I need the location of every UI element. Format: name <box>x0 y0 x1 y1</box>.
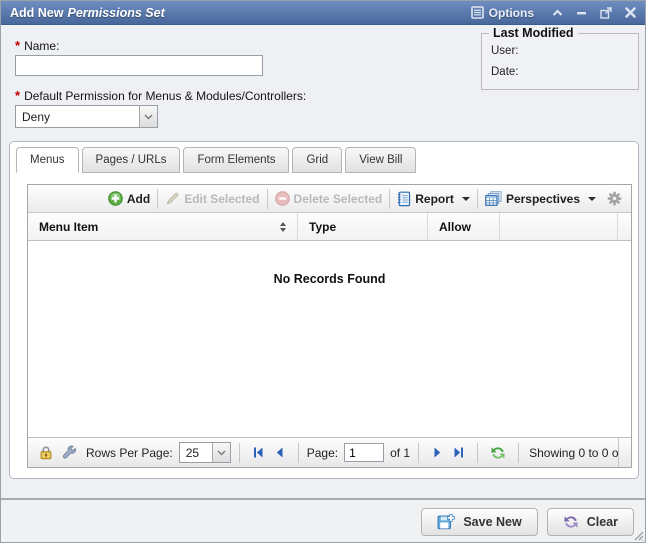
sort-icon[interactable] <box>280 222 286 232</box>
lock-icon[interactable] <box>35 445 57 460</box>
edit-selected-label: Edit Selected <box>184 192 259 206</box>
tab-strip: Menus Pages / URLs Form Elements Grid Vi… <box>16 147 416 173</box>
report-label: Report <box>415 192 454 206</box>
required-marker: * <box>15 88 20 103</box>
perspectives-button[interactable]: Perspectives <box>480 191 601 206</box>
perspectives-label: Perspectives <box>506 192 580 206</box>
pager-separator <box>239 443 240 463</box>
grid-toolbar: Add Edit Selected Delete Selected <box>28 185 631 213</box>
caret-down-icon <box>462 197 470 201</box>
titlebar: Add NewPermissions Set Options <box>1 1 645 25</box>
first-page-icon[interactable] <box>248 446 269 459</box>
column-header-allow[interactable]: Allow <box>428 213 500 240</box>
grid-settings-button[interactable] <box>601 191 624 206</box>
last-modified-legend: Last Modified <box>489 26 578 40</box>
page-input[interactable] <box>344 443 384 462</box>
toolbar-separator <box>477 189 478 209</box>
grid-pager: Rows Per Page: 25 Page: of 1 <box>28 437 631 467</box>
perspectives-icon <box>485 191 502 206</box>
default-permission-label: *Default Permission for Menus & Modules/… <box>15 88 306 103</box>
name-field-label: *Name: <box>15 38 59 53</box>
required-marker: * <box>15 38 20 53</box>
minimize-icon[interactable] <box>576 9 587 17</box>
default-permission-value: Deny <box>16 110 139 124</box>
tab-pages-urls[interactable]: Pages / URLs <box>82 147 181 173</box>
default-permission-select[interactable]: Deny <box>15 105 158 128</box>
resize-grip[interactable] <box>632 529 644 541</box>
last-modified-date-label: Date: <box>482 66 638 78</box>
dialog-title-emphasis: Permissions Set <box>67 6 164 20</box>
toolbar-separator <box>389 189 390 209</box>
clear-button[interactable]: Clear <box>547 508 634 536</box>
tab-menus[interactable]: Menus <box>16 147 79 173</box>
scrollbar-spacer <box>618 438 631 467</box>
column-header-type[interactable]: Type <box>298 213 428 240</box>
pager-separator <box>518 443 519 463</box>
caret-down-icon <box>588 197 596 201</box>
page-of-label: of 1 <box>390 446 410 460</box>
scrollbar-spacer <box>618 213 631 240</box>
last-page-icon[interactable] <box>448 446 469 459</box>
report-button[interactable]: Report <box>392 191 475 207</box>
delete-selected-button[interactable]: Delete Selected <box>270 191 388 206</box>
add-button[interactable]: Add <box>103 191 155 206</box>
pager-separator <box>298 443 299 463</box>
grid-body: No Records Found <box>28 241 631 437</box>
gear-icon <box>607 191 622 206</box>
clear-label: Clear <box>587 515 618 529</box>
options-button[interactable]: Options <box>471 6 534 20</box>
add-label: Add <box>127 192 150 206</box>
close-icon[interactable] <box>625 7 636 18</box>
menus-grid: Add Edit Selected Delete Selected <box>27 184 632 468</box>
column-header-extra <box>500 213 618 240</box>
dropdown-icon <box>139 106 157 127</box>
collapse-icon[interactable] <box>552 9 563 17</box>
refresh-icon[interactable] <box>486 445 510 461</box>
edit-icon <box>165 191 180 206</box>
delete-icon <box>275 191 290 206</box>
save-new-button[interactable]: Save New <box>421 508 537 536</box>
rows-per-page-label: Rows Per Page: <box>86 446 173 460</box>
no-records-message: No Records Found <box>28 272 631 286</box>
last-modified-user-label: User: <box>482 45 638 57</box>
tab-grid[interactable]: Grid <box>292 147 342 173</box>
name-input[interactable] <box>15 55 263 76</box>
dropdown-icon <box>212 443 230 462</box>
save-icon <box>437 514 455 530</box>
clear-icon <box>563 514 579 530</box>
edit-selected-button[interactable]: Edit Selected <box>160 191 264 206</box>
tab-view-bill[interactable]: View Bill <box>345 147 416 173</box>
add-icon <box>108 191 123 206</box>
pager-separator <box>477 443 478 463</box>
delete-selected-label: Delete Selected <box>294 192 383 206</box>
last-modified-panel: Last Modified User: Date: <box>481 33 639 90</box>
next-page-icon[interactable] <box>427 446 448 459</box>
popout-icon[interactable] <box>600 7 612 19</box>
rows-per-page-value: 25 <box>180 446 212 460</box>
report-icon <box>397 191 411 207</box>
options-icon <box>471 6 484 19</box>
toolbar-separator <box>157 189 158 209</box>
permissions-tab-panel: Menus Pages / URLs Form Elements Grid Vi… <box>9 141 639 479</box>
dialog-title: Add NewPermissions Set <box>10 6 165 20</box>
page-label: Page: <box>307 446 338 460</box>
wrench-icon[interactable] <box>57 445 80 460</box>
save-new-label: Save New <box>463 515 521 529</box>
column-header-menu-item[interactable]: Menu Item <box>28 213 298 240</box>
add-permissions-dialog: Add NewPermissions Set Options <box>0 0 646 543</box>
prev-page-icon[interactable] <box>269 446 290 459</box>
pager-separator <box>418 443 419 463</box>
tab-form-elements[interactable]: Form Elements <box>183 147 289 173</box>
pager-summary: Showing 0 to 0 of 0 items <box>527 446 618 460</box>
rows-per-page-select[interactable]: 25 <box>179 442 231 463</box>
toolbar-separator <box>267 189 268 209</box>
grid-header-row: Menu Item Type Allow <box>28 213 631 241</box>
options-label: Options <box>489 6 534 20</box>
dialog-footer: Save New Clear <box>1 498 645 543</box>
